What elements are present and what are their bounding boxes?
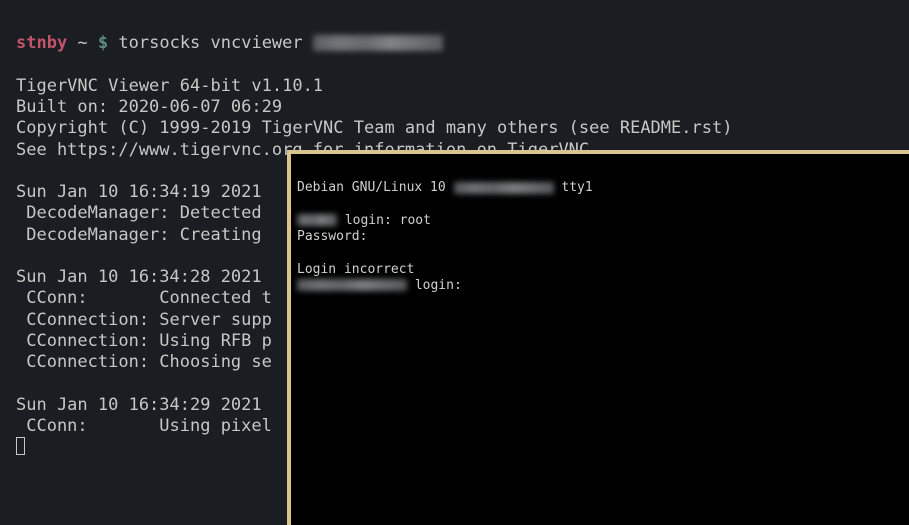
- output-line: TigerVNC Viewer 64-bit v1.10.1: [16, 76, 323, 96]
- prompt-line: stnby ~ $ torsocks vncviewer: [16, 33, 443, 53]
- redacted-host-icon: [297, 214, 337, 226]
- vnc-text: login:: [407, 278, 462, 293]
- output-line: CConnection: Server supp: [16, 310, 272, 330]
- vnc-password-line: Password:: [297, 229, 367, 244]
- redacted-hostname-icon: [454, 182, 554, 194]
- output-line: CConn: Connected t: [16, 288, 272, 308]
- output-line: CConnection: Using RFB p: [16, 331, 272, 351]
- prompt-symbol: $: [98, 33, 108, 53]
- redacted-ip-icon: [313, 35, 443, 51]
- vnc-viewer-window[interactable]: Debian GNU/Linux 10 tty1 login: root Pas…: [287, 150, 909, 525]
- vnc-login-line: login:: [297, 278, 462, 293]
- output-line: Built on: 2020-06-07 06:29: [16, 97, 282, 117]
- output-line: CConn: Using pixel: [16, 416, 272, 436]
- output-line: Sun Jan 10 16:34:28 2021: [16, 267, 262, 287]
- output-line: CConnection: Choosing se: [16, 352, 272, 372]
- vnc-line: Debian GNU/Linux 10 tty1: [297, 180, 593, 195]
- output-line: Copyright (C) 1999-2019 TigerVNC Team an…: [16, 118, 732, 138]
- output-line: Sun Jan 10 16:34:19 2021: [16, 182, 262, 202]
- vnc-login-line: login: root: [297, 213, 431, 228]
- cursor-icon: [16, 437, 25, 455]
- vnc-error-line: Login incorrect: [297, 262, 414, 277]
- output-line: DecodeManager: Creating: [16, 225, 272, 245]
- output-line: Sun Jan 10 16:34:29 2021: [16, 395, 262, 415]
- output-line: DecodeManager: Detected: [16, 203, 272, 223]
- prompt-user: stnby: [16, 33, 67, 53]
- redacted-host-icon: [297, 279, 407, 291]
- vnc-text: tty1: [554, 180, 593, 195]
- vnc-text: login: root: [337, 213, 431, 228]
- prompt-separator: ~: [67, 33, 98, 53]
- command-text: torsocks vncviewer: [118, 33, 312, 53]
- vnc-text: Debian GNU/Linux 10: [297, 180, 454, 195]
